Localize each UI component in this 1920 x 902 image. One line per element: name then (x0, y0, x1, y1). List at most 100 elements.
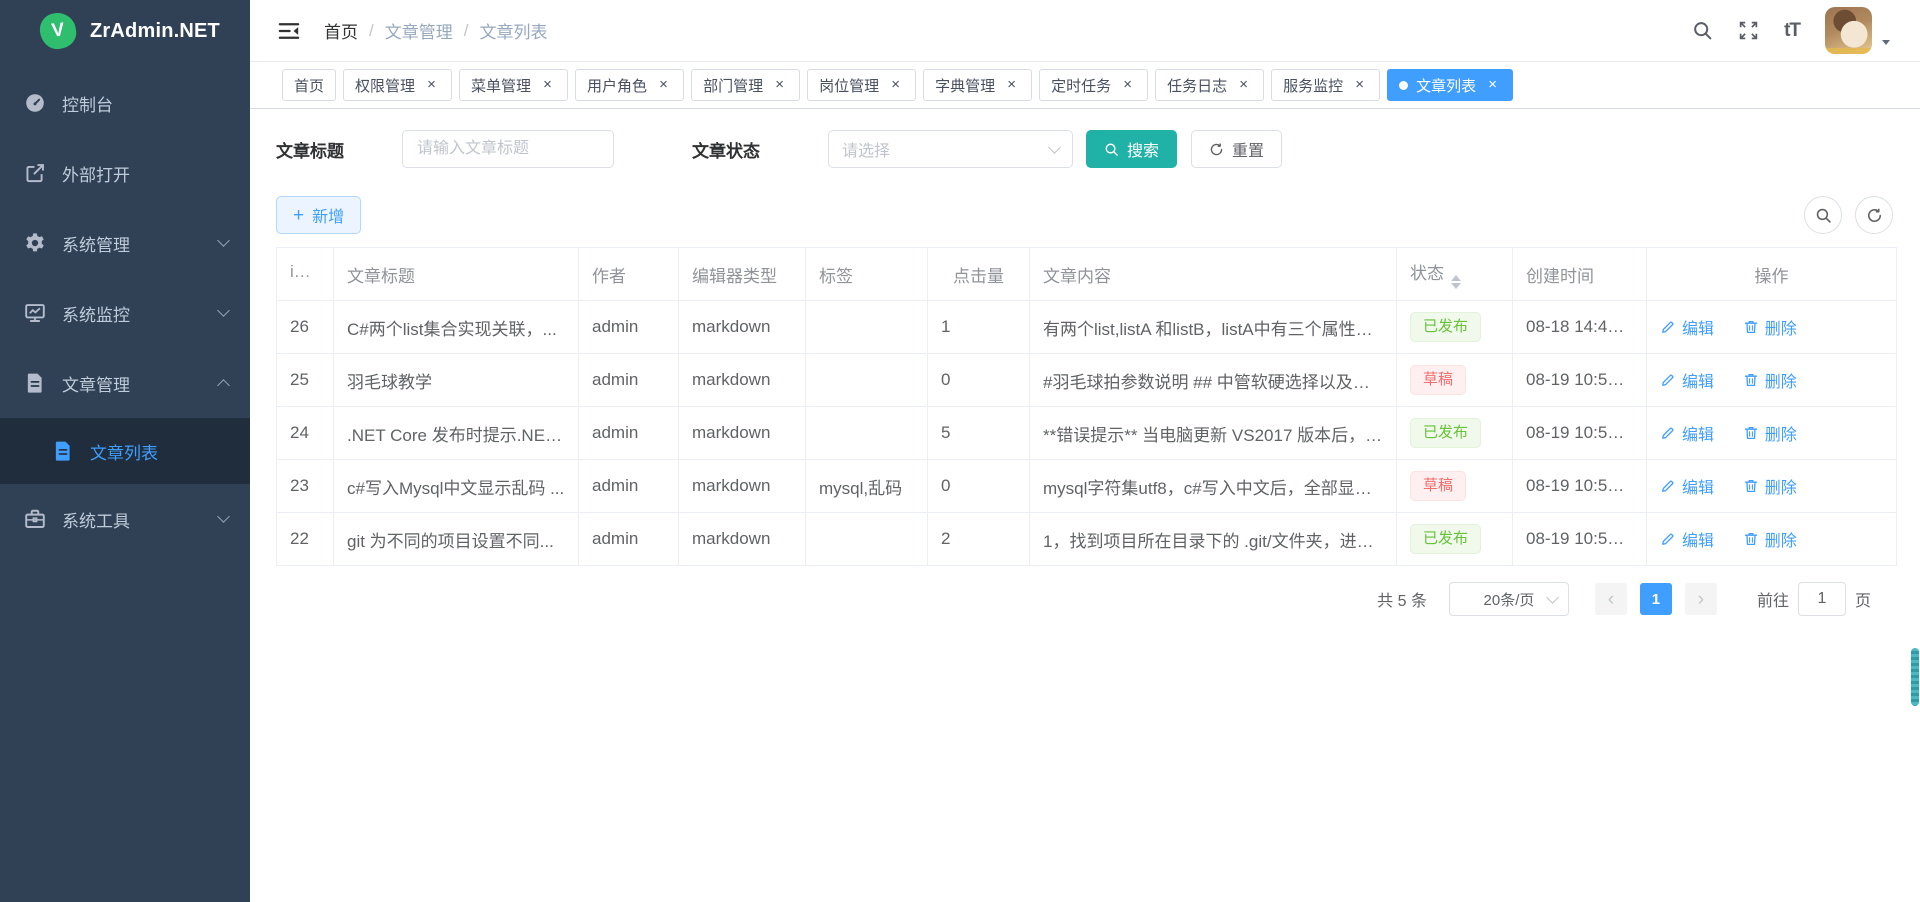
table-row: 24 .NET Core 发布时提示.NET... admin markdown… (277, 407, 1897, 460)
close-icon[interactable]: × (1003, 77, 1020, 94)
menu-label: 文章管理 (62, 371, 130, 396)
sidebar-item[interactable]: 控制台 (0, 68, 250, 138)
search-button[interactable]: 搜索 (1086, 130, 1177, 168)
edit-button[interactable]: 编辑 (1660, 527, 1714, 551)
sort-caret-icon[interactable] (310, 273, 320, 287)
tab[interactable]: 岗位管理 × (807, 69, 916, 101)
edit-button[interactable]: 编辑 (1660, 315, 1714, 339)
sidebar-item[interactable]: 系统管理 (0, 208, 250, 278)
sidebar-item[interactable]: 外部打开 (0, 138, 250, 208)
scrollbar[interactable] (1911, 648, 1919, 706)
logo-icon: V (38, 11, 78, 51)
close-icon[interactable]: × (771, 77, 788, 94)
cell-operations: 编辑 删除 (1647, 513, 1897, 566)
column-header: 作者 (579, 248, 679, 301)
tab[interactable]: 定时任务 × (1039, 69, 1148, 101)
edit-icon (1660, 531, 1676, 547)
plus-icon: + (293, 206, 304, 225)
table-header-row: id 文章标题 作者 编辑器类型 (277, 248, 1897, 301)
close-icon[interactable]: × (539, 77, 556, 94)
menu-icon (24, 92, 46, 114)
close-icon[interactable]: × (423, 77, 440, 94)
close-icon[interactable]: × (1351, 77, 1368, 94)
goto-label: 前往 (1757, 587, 1789, 611)
delete-button[interactable]: 删除 (1743, 315, 1797, 339)
column-header: 创建时间 (1513, 248, 1647, 301)
column-header: 点击量 (928, 248, 1030, 301)
search-icon[interactable] (1692, 20, 1713, 41)
page-size-select[interactable]: 20条/页 (1449, 582, 1569, 616)
tab[interactable]: 部门管理 × (691, 69, 800, 101)
tab[interactable]: 字典管理 × (923, 69, 1032, 101)
fold-sidebar-icon[interactable] (278, 21, 300, 41)
app-title: ZrAdmin.NET (90, 20, 220, 43)
breadcrumb-link[interactable]: 首页 (324, 18, 358, 43)
cell-operations: 编辑 删除 (1647, 407, 1897, 460)
close-icon[interactable]: × (655, 77, 672, 94)
articles-table: id 文章标题 作者 编辑器类型 (276, 247, 1897, 566)
sort-caret-icon[interactable] (1451, 275, 1461, 289)
cell-editor-type: markdown (679, 407, 806, 460)
sidebar-item[interactable]: 文章管理 (0, 348, 250, 418)
add-button[interactable]: + 新增 (276, 196, 361, 234)
tab[interactable]: 任务日志 × (1155, 69, 1264, 101)
reset-button[interactable]: 重置 (1191, 130, 1282, 168)
delete-button[interactable]: 删除 (1743, 368, 1797, 392)
menu-label: 外部打开 (62, 161, 130, 186)
close-icon[interactable]: × (887, 77, 904, 94)
cell-tags (806, 513, 928, 566)
app-logo[interactable]: V ZrAdmin.NET (0, 0, 250, 62)
tab-label: 任务日志 (1167, 75, 1227, 96)
tab[interactable]: 首页 × (282, 69, 336, 101)
tab[interactable]: 用户角色 × (575, 69, 684, 101)
show-search-button[interactable] (1804, 196, 1842, 234)
tab-label: 服务监控 (1283, 75, 1343, 96)
cell-content: #羽毛球拍参数说明 ## 中管软硬选择以及长度介... (1030, 354, 1397, 407)
delete-button[interactable]: 删除 (1743, 421, 1797, 445)
status-badge: 已发布 (1410, 418, 1481, 448)
breadcrumb-separator: / (464, 21, 469, 41)
caret-down-icon[interactable] (1880, 36, 1892, 48)
cell-content: mysql字符集utf8，c#写入中文后，全部显示成? ... (1030, 460, 1397, 513)
cell-status: 草稿 (1397, 460, 1513, 513)
sidebar-item[interactable]: 系统工具 (0, 484, 250, 554)
font-size-icon[interactable]: tT (1784, 20, 1800, 42)
refresh-table-button[interactable] (1855, 196, 1893, 234)
article-title-input[interactable] (402, 130, 614, 168)
tab[interactable]: 权限管理 × (343, 69, 452, 101)
delete-button[interactable]: 删除 (1743, 474, 1797, 498)
avatar[interactable] (1825, 7, 1872, 54)
cell-editor-type: markdown (679, 513, 806, 566)
chevron-icon (217, 304, 230, 317)
cell-created: 08-19 10:51:27 (1513, 407, 1647, 460)
tab[interactable]: 文章列表 × (1387, 69, 1513, 101)
edit-button[interactable]: 编辑 (1660, 421, 1714, 445)
close-icon[interactable]: × (1119, 77, 1136, 94)
close-icon[interactable]: × (1484, 77, 1501, 94)
tab[interactable]: 服务监控 × (1271, 69, 1380, 101)
edit-button[interactable]: 编辑 (1660, 474, 1714, 498)
trash-icon (1743, 478, 1759, 494)
goto-page-input[interactable] (1798, 582, 1846, 616)
cell-editor-type: markdown (679, 354, 806, 407)
tab-label: 用户角色 (587, 75, 647, 96)
breadcrumb-link[interactable]: 文章列表 (479, 18, 547, 43)
table-row: 26 C#两个list集合实现关联，... admin markdown 1 有… (277, 301, 1897, 354)
sidebar-item[interactable]: 系统监控 (0, 278, 250, 348)
cell-author: admin (579, 354, 679, 407)
prev-page-button[interactable]: ‹ (1595, 583, 1627, 615)
tab[interactable]: 菜单管理 × (459, 69, 568, 101)
next-page-button[interactable]: › (1685, 583, 1717, 615)
tab-label: 岗位管理 (819, 75, 879, 96)
sidebar-item[interactable]: 文章列表 (0, 418, 250, 484)
edit-button[interactable]: 编辑 (1660, 368, 1714, 392)
page-number-button[interactable]: 1 (1640, 583, 1672, 615)
close-icon[interactable]: × (1235, 77, 1252, 94)
cell-status: 已发布 (1397, 513, 1513, 566)
breadcrumb-link[interactable]: 文章管理 (385, 18, 453, 43)
fullscreen-icon[interactable] (1738, 20, 1759, 41)
delete-button[interactable]: 删除 (1743, 527, 1797, 551)
breadcrumb: / 首页 / 文章管理 / 文章列表 (324, 18, 547, 43)
article-status-select[interactable]: 请选择 (828, 130, 1073, 168)
cell-hits: 2 (928, 513, 1030, 566)
